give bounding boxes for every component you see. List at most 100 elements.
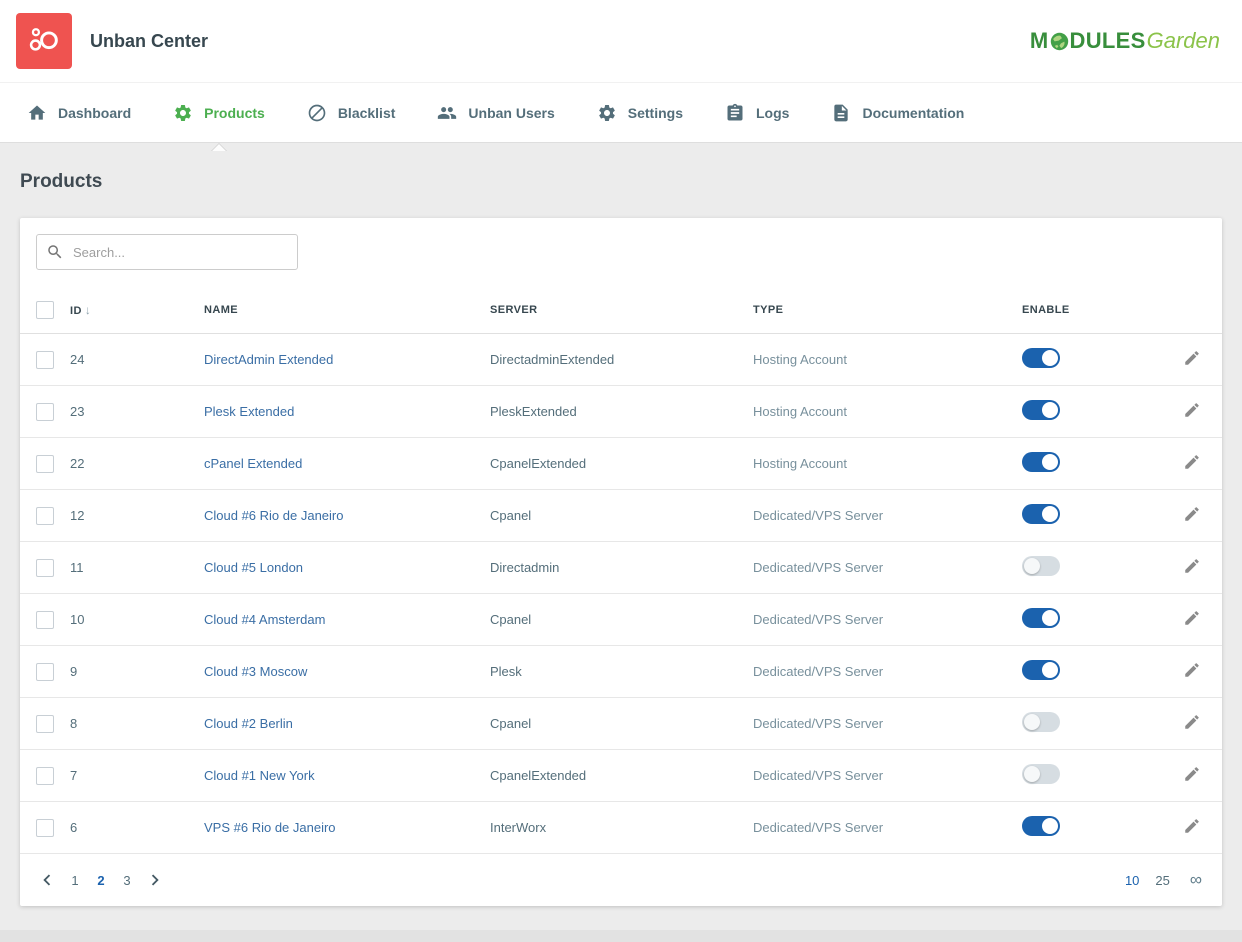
edit-pencil-icon[interactable] [1183,765,1201,783]
row-checkbox[interactable] [36,455,54,473]
nav-item-label: Blacklist [338,105,396,121]
products-table: ID↓ NAME SERVER TYPE ENABLE 24 DirectAdm… [20,286,1222,854]
product-name-link[interactable]: cPanel Extended [204,456,302,471]
nav-item-label: Documentation [862,105,964,121]
edit-pencil-icon[interactable] [1183,453,1201,471]
edit-pencil-icon[interactable] [1183,609,1201,627]
column-header-server[interactable]: SERVER [490,286,753,334]
column-header-id[interactable]: ID↓ [70,286,204,334]
nav-item-documentation[interactable]: Documentation [810,83,985,142]
cell-id: 10 [70,594,204,646]
row-checkbox[interactable] [36,351,54,369]
row-checkbox[interactable] [36,715,54,733]
products-card: ID↓ NAME SERVER TYPE ENABLE 24 DirectAdm… [20,218,1222,906]
brand-garden: Garden [1147,28,1220,54]
nav-item-blacklist[interactable]: Blacklist [286,83,417,142]
cell-type: Dedicated/VPS Server [753,698,1022,750]
nav-item-products[interactable]: Products [152,83,286,142]
enable-toggle[interactable] [1022,504,1060,524]
brand-suffix: DULES [1070,28,1146,54]
page-size-10[interactable]: 10 [1125,873,1139,888]
edit-pencil-icon[interactable] [1183,661,1201,679]
product-name-link[interactable]: Cloud #5 London [204,560,303,575]
product-name-link[interactable]: Cloud #6 Rio de Janeiro [204,508,343,523]
product-name-link[interactable]: Cloud #4 Amsterdam [204,612,325,627]
molecule-icon [27,24,61,58]
table-row: 8 Cloud #2 Berlin Cpanel Dedicated/VPS S… [20,698,1222,750]
enable-toggle[interactable] [1022,608,1060,628]
nav-item-label: Settings [628,105,683,121]
enable-toggle[interactable] [1022,556,1060,576]
nav-item-label: Logs [756,105,789,121]
table-header-row: ID↓ NAME SERVER TYPE ENABLE [20,286,1222,334]
cell-id: 12 [70,490,204,542]
search-icon [46,243,64,261]
edit-pencil-icon[interactable] [1183,713,1201,731]
cell-id: 22 [70,438,204,490]
select-all-checkbox[interactable] [36,301,54,319]
column-header-type[interactable]: TYPE [753,286,1022,334]
column-header-name[interactable]: NAME [204,286,490,334]
product-name-link[interactable]: DirectAdmin Extended [204,352,333,367]
cell-type: Dedicated/VPS Server [753,490,1022,542]
enable-toggle[interactable] [1022,400,1060,420]
cell-id: 8 [70,698,204,750]
edit-pencil-icon[interactable] [1183,401,1201,419]
main-nav: Dashboard Products Blacklist Unban Users… [0,83,1242,143]
prev-page-icon[interactable] [36,869,58,891]
page-number-2[interactable]: 2 [88,873,114,888]
page-size-options: 10 25 ∞ [1125,870,1202,890]
edit-pencil-icon[interactable] [1183,557,1201,575]
edit-pencil-icon[interactable] [1183,349,1201,367]
cell-type: Dedicated/VPS Server [753,594,1022,646]
page-number-1[interactable]: 1 [62,873,88,888]
page-size-25[interactable]: 25 [1155,873,1169,888]
enable-toggle[interactable] [1022,452,1060,472]
cell-type: Hosting Account [753,386,1022,438]
nav-item-logs[interactable]: Logs [704,83,810,142]
row-checkbox[interactable] [36,611,54,629]
product-name-link[interactable]: Cloud #3 Moscow [204,664,307,679]
edit-pencil-icon[interactable] [1183,505,1201,523]
column-header-enable[interactable]: ENABLE [1022,286,1162,334]
modulesgarden-logo[interactable]: M DULES Garden [1030,28,1220,54]
enable-toggle[interactable] [1022,712,1060,732]
row-checkbox[interactable] [36,819,54,837]
nav-item-label: Dashboard [58,105,131,121]
cell-type: Dedicated/VPS Server [753,750,1022,802]
enable-toggle[interactable] [1022,660,1060,680]
table-body: 24 DirectAdmin Extended DirectadminExten… [20,334,1222,854]
cell-id: 23 [70,386,204,438]
brand-prefix: M [1030,28,1049,54]
row-checkbox[interactable] [36,559,54,577]
cell-type: Hosting Account [753,334,1022,386]
cell-type: Dedicated/VPS Server [753,802,1022,854]
product-name-link[interactable]: Cloud #2 Berlin [204,716,293,731]
enable-toggle[interactable] [1022,764,1060,784]
next-page-icon[interactable] [144,869,166,891]
row-checkbox[interactable] [36,767,54,785]
nav-item-settings[interactable]: Settings [576,83,704,142]
table-row: 7 Cloud #1 New York CpanelExtended Dedic… [20,750,1222,802]
pagination: 123 10 25 ∞ [20,854,1222,906]
row-checkbox[interactable] [36,663,54,681]
table-row: 23 Plesk Extended PleskExtended Hosting … [20,386,1222,438]
nav-item-unban-users[interactable]: Unban Users [416,83,575,142]
document-icon [831,103,851,123]
cell-server: InterWorx [490,802,753,854]
gear-icon [597,103,617,123]
page-number-3[interactable]: 3 [114,873,140,888]
row-checkbox[interactable] [36,507,54,525]
product-name-link[interactable]: Plesk Extended [204,404,294,419]
product-name-link[interactable]: VPS #6 Rio de Janeiro [204,820,336,835]
table-row: 22 cPanel Extended CpanelExtended Hostin… [20,438,1222,490]
search-input[interactable] [36,234,298,270]
product-name-link[interactable]: Cloud #1 New York [204,768,315,783]
enable-toggle[interactable] [1022,816,1060,836]
nav-item-dashboard[interactable]: Dashboard [6,83,152,142]
cell-server: Plesk [490,646,753,698]
edit-pencil-icon[interactable] [1183,817,1201,835]
page-size-all[interactable]: ∞ [1190,870,1202,890]
row-checkbox[interactable] [36,403,54,421]
enable-toggle[interactable] [1022,348,1060,368]
